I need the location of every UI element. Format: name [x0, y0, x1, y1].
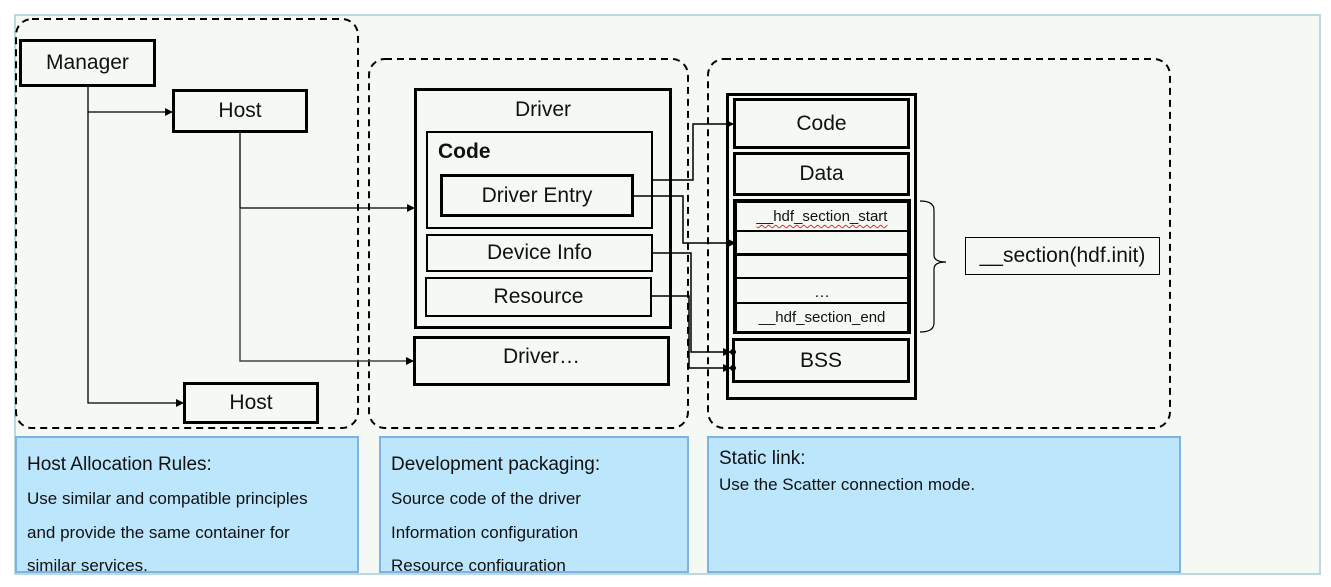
panel-line: and provide the same container for [27, 522, 290, 542]
panel-line: Use similar and compatible principles [27, 489, 308, 508]
code-segment-label: Code [796, 111, 847, 135]
connector-host-driver [239, 133, 415, 212]
panel-line: Information configuration [391, 522, 579, 542]
manager-label: Manager [46, 51, 129, 74]
bss-segment[interactable]: BSS [732, 338, 910, 383]
driver-more-label: Driver… [503, 345, 580, 368]
section-brace [919, 200, 947, 333]
resource-box[interactable]: Resource [425, 277, 652, 317]
host-box-top[interactable]: Host [172, 89, 308, 133]
host-box-bottom[interactable]: Host [183, 382, 319, 424]
code-segment[interactable]: Code [733, 98, 910, 149]
section-annotation-label: __section(hdf.init) [979, 244, 1146, 267]
driver-entry-box[interactable]: Driver Entry [440, 174, 634, 217]
panel-title: Development packaging: [391, 454, 601, 475]
section-start-slot[interactable]: __hdf_section_start [735, 201, 909, 232]
panel-line: Resource configuration [391, 556, 566, 573]
host-allocation-panel: Host Allocation Rules: Use similar and c… [15, 436, 359, 573]
resource-label: Resource [493, 285, 584, 308]
section-start-label: __hdf_section_start [756, 208, 888, 225]
driver-entry-label: Driver Entry [481, 183, 593, 207]
section-end-label: __hdf_section_end [758, 309, 886, 326]
section-slot[interactable] [735, 254, 909, 279]
panel-line: Source code of the driver [391, 489, 581, 508]
manager-box[interactable]: Manager [19, 39, 156, 87]
driver-more-box[interactable]: Driver… [413, 336, 670, 386]
code-section-label: Code [438, 140, 491, 163]
panel-line: similar services. [27, 556, 148, 573]
device-info-box[interactable]: Device Info [426, 234, 653, 272]
host-label: Host [218, 99, 262, 122]
section-ellipsis-slot: … [735, 277, 909, 304]
device-info-label: Device Info [486, 241, 593, 264]
development-packaging-panel: Development packaging: Source code of th… [379, 436, 689, 573]
static-link-panel: Static link: Use the Scatter connection … [707, 436, 1181, 573]
data-segment-label: Data [799, 162, 844, 185]
host-label: Host [229, 391, 273, 414]
driver-title: Driver [515, 98, 571, 121]
data-segment[interactable]: Data [733, 152, 910, 196]
ellipsis-label: … [814, 284, 830, 301]
section-end-slot[interactable]: __hdf_section_end [735, 302, 909, 333]
bss-segment-label: BSS [799, 348, 843, 372]
connector-host-driver-more [239, 208, 414, 365]
panel-title: Host Allocation Rules: [27, 454, 212, 475]
panel-line: Use the Scatter connection mode. [719, 475, 976, 494]
connector-manager-host-bottom [87, 112, 184, 407]
section-annotation-box: __section(hdf.init) [965, 237, 1160, 275]
panel-title: Static link: [719, 448, 806, 469]
connector-manager-host-top [87, 86, 173, 116]
section-slot[interactable] [735, 230, 909, 255]
